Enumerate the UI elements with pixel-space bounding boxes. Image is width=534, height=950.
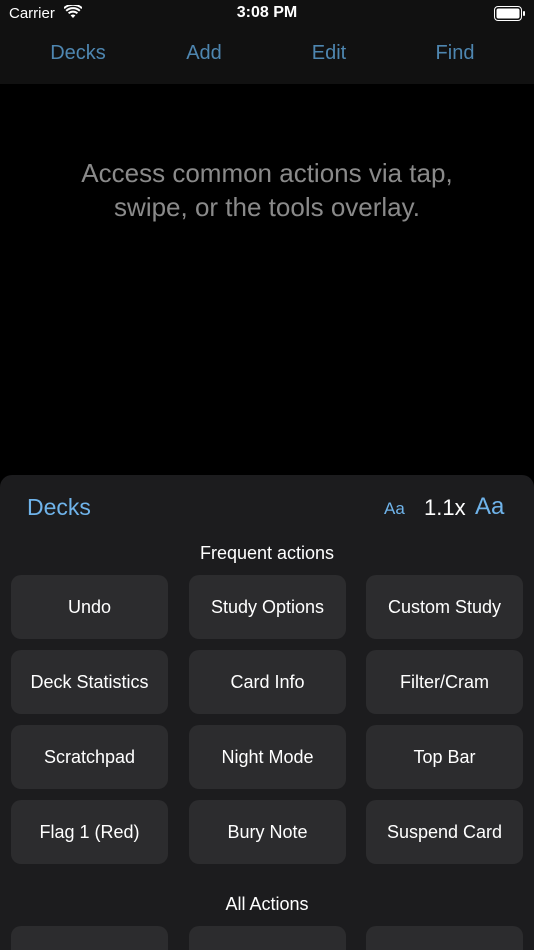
scratchpad-button[interactable]: Scratchpad [11,725,168,789]
bury-note-button[interactable]: Bury Note [189,800,346,864]
nav-decks[interactable]: Decks [18,42,138,65]
night-mode-button[interactable]: Night Mode [189,725,346,789]
custom-study-button[interactable]: Custom Study [366,575,523,639]
frequent-actions-header: Frequent actions [199,543,335,563]
all-action-button[interactable] [366,926,523,950]
battery-icon [494,6,525,21]
all-actions-header: All Actions [225,894,309,914]
all-action-button[interactable] [11,926,168,950]
tools-sheet: Decks Aa 1.1x Aa Frequent actions Undo S… [0,475,534,950]
deck-statistics-button[interactable]: Deck Statistics [11,650,168,714]
screen: Carrier 3:08 PM Decks Add Edit Find Acce… [0,0,534,950]
suspend-card-button[interactable]: Suspend Card [366,800,523,864]
all-action-button[interactable] [189,926,346,950]
decrease-font-button[interactable]: Aa [384,499,405,519]
status-bar: Carrier 3:08 PM [0,0,534,28]
undo-button[interactable]: Undo [11,575,168,639]
sheet-decks-button[interactable]: Decks [27,494,91,521]
top-bar-button[interactable]: Top Bar [366,725,523,789]
flag-red-button[interactable]: Flag 1 (Red) [11,800,168,864]
card-info-button[interactable]: Card Info [189,650,346,714]
main-message: Access common actions via tap, swipe, or… [81,158,453,222]
status-time: 3:08 PM [236,4,298,21]
nav-find[interactable]: Find [395,42,515,65]
filter-cram-button[interactable]: Filter/Cram [366,650,523,714]
nav-add[interactable]: Add [144,42,264,65]
increase-font-button[interactable]: Aa [475,493,504,521]
top-nav: Decks Add Edit Find [0,28,534,84]
nav-edit[interactable]: Edit [269,42,389,65]
study-options-button[interactable]: Study Options [189,575,346,639]
zoom-level: 1.1x [424,495,466,520]
